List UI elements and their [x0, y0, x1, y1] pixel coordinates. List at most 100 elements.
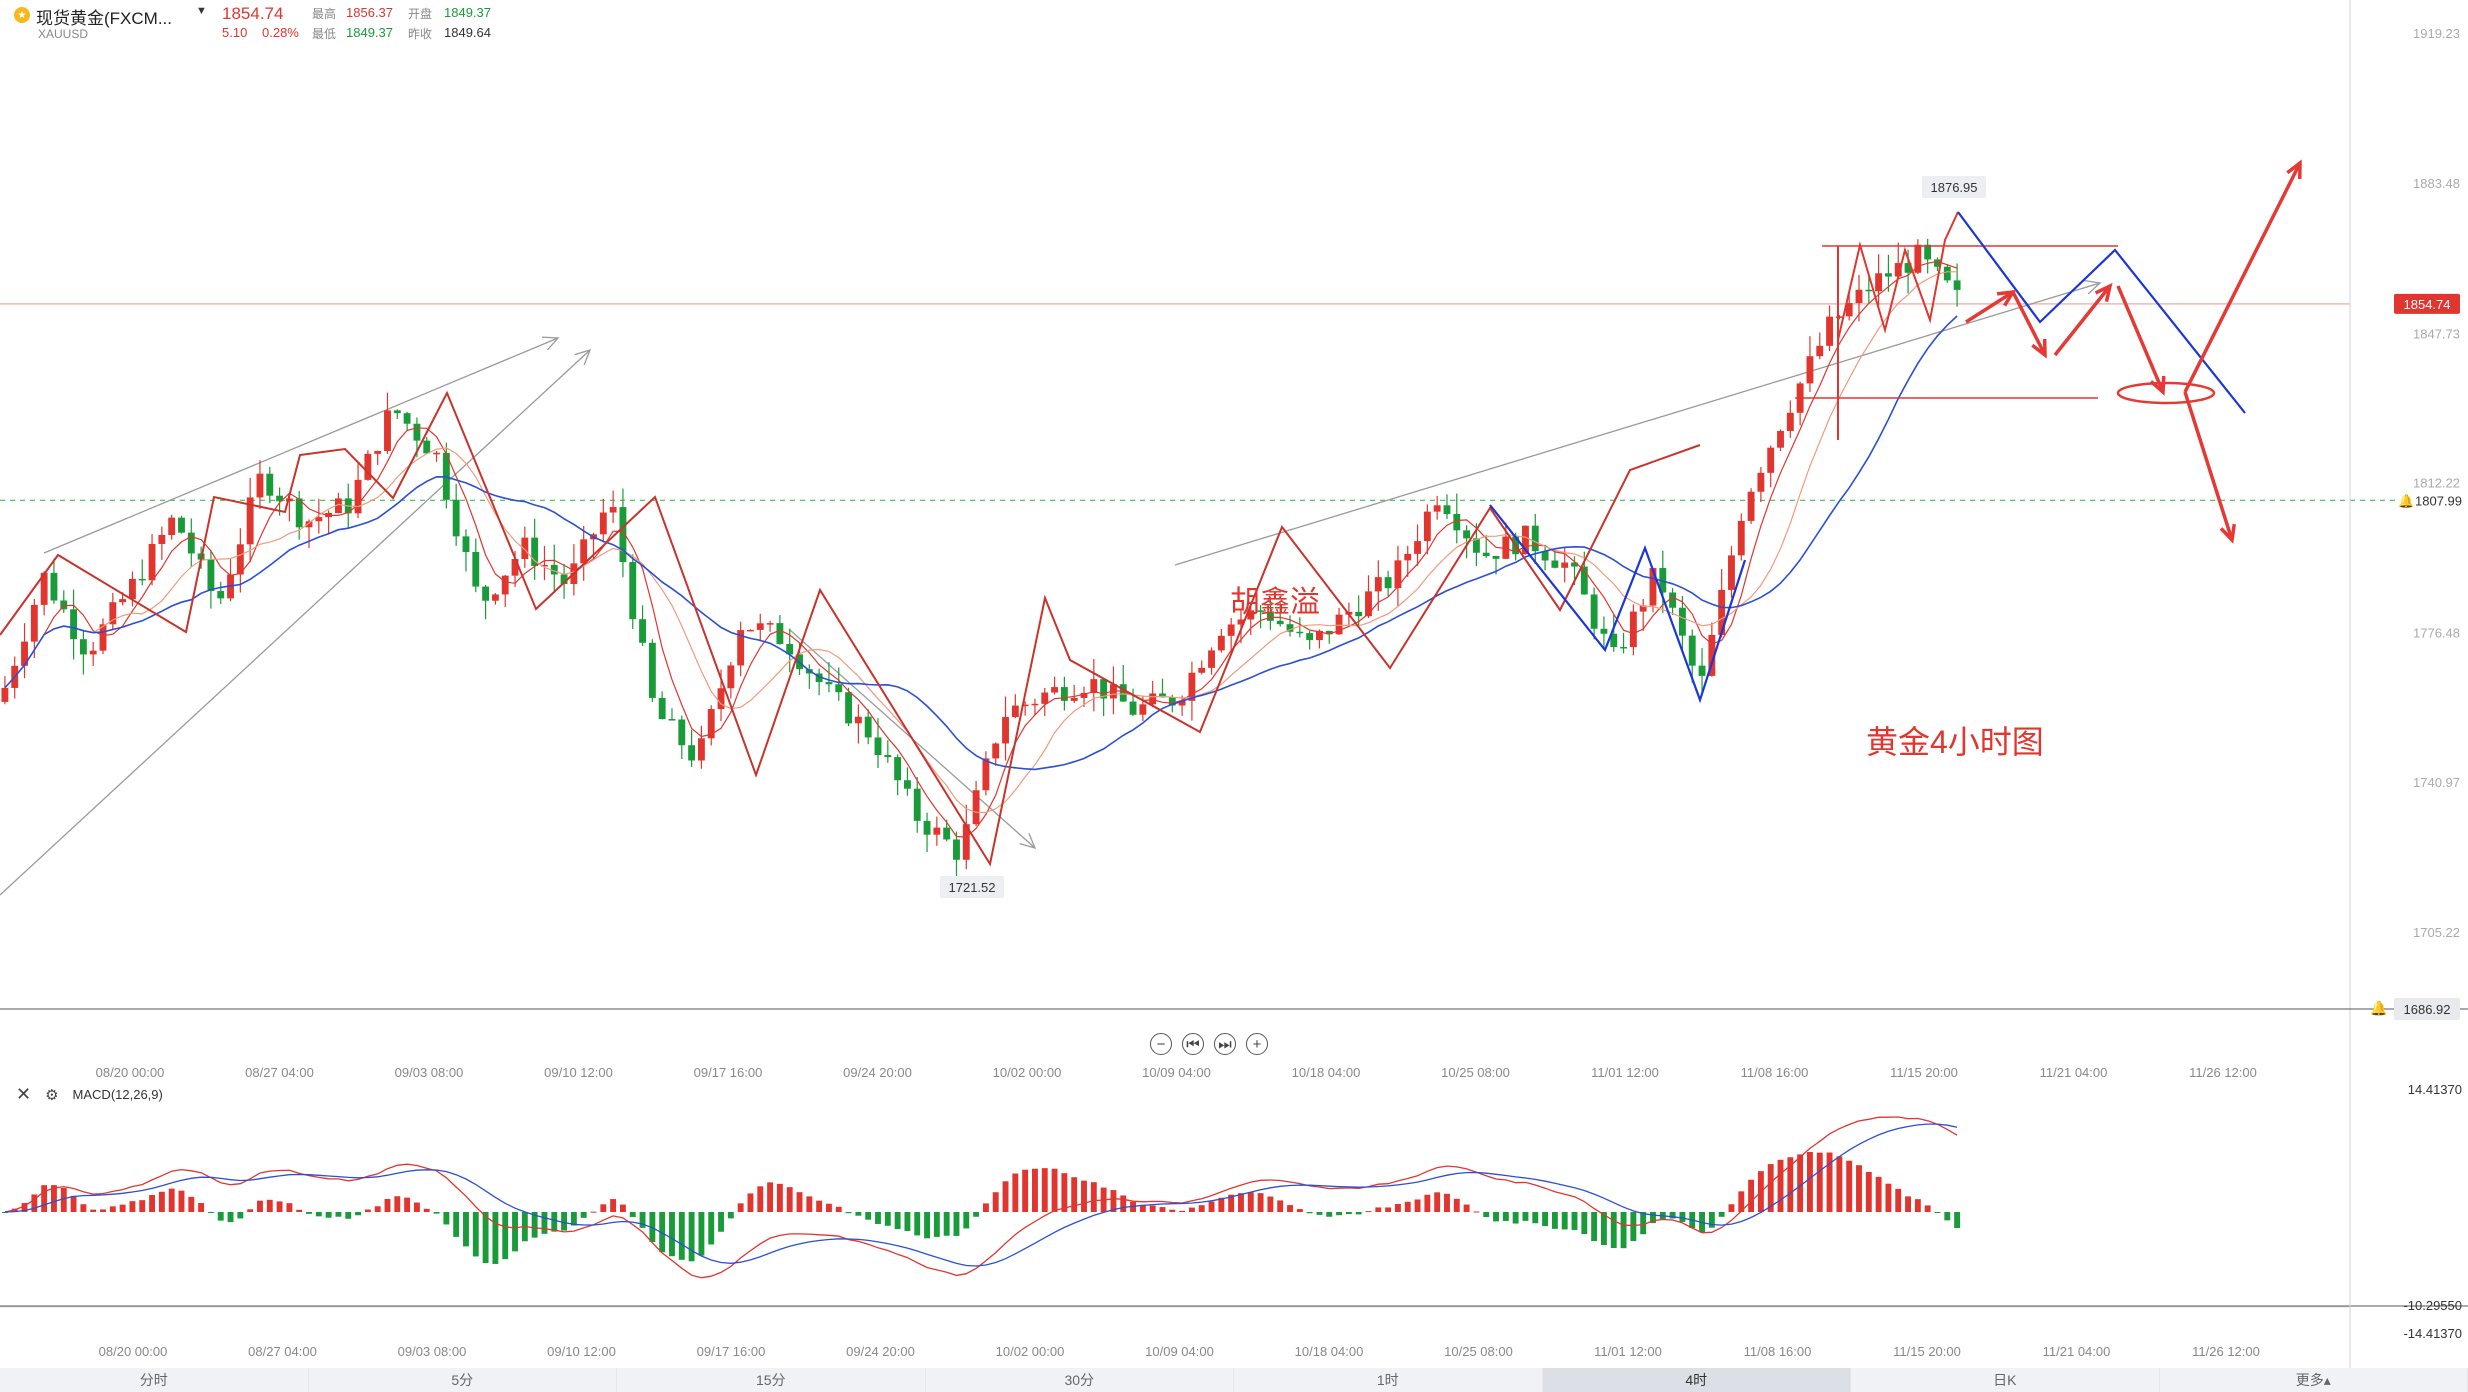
macd-bar — [992, 1192, 999, 1212]
x-tick-label: 10/18 04:00 — [1292, 1065, 1361, 1080]
candle-body — [413, 423, 421, 441]
candle-body — [874, 737, 882, 756]
macd-x-tick-label: 10/18 04:00 — [1295, 1344, 1364, 1359]
candle-body — [1276, 620, 1284, 625]
candle-body — [580, 539, 588, 564]
candle-body — [1374, 577, 1382, 592]
tab-30min[interactable]: 30分 — [926, 1368, 1234, 1392]
macd-bar — [453, 1212, 460, 1237]
macd-bar — [1287, 1205, 1293, 1212]
candle-body — [658, 697, 666, 720]
macd-bar — [1081, 1180, 1087, 1212]
macd-bar — [816, 1200, 823, 1212]
macd-bar — [1238, 1193, 1244, 1212]
macd-bar — [1365, 1211, 1372, 1213]
dropdown-caret-icon[interactable]: ▼ — [196, 5, 207, 17]
candle-body — [1149, 693, 1157, 705]
candle-body — [374, 450, 382, 454]
candle-body — [825, 682, 833, 685]
price-change-pct: 0.28% — [262, 25, 299, 40]
candle-body — [953, 839, 960, 860]
tab-1hour[interactable]: 1时 — [1234, 1368, 1543, 1392]
macd-bar — [1493, 1212, 1499, 1222]
macd-bar — [158, 1191, 165, 1212]
tab-5min[interactable]: 5分 — [309, 1368, 617, 1392]
candlestick-chart[interactable]: 14.41370 -10.29550 -14.41370 1919.23 1883.4… — [0, 0, 2468, 1368]
candle-body — [1561, 562, 1569, 568]
macd-bar — [1944, 1212, 1951, 1221]
candle-body — [1011, 705, 1019, 718]
zoom-controls: − ⏮ ⏭ + — [1150, 1033, 1268, 1055]
macd-bar — [512, 1212, 518, 1252]
candle-body — [1139, 704, 1147, 715]
candle-body — [697, 738, 705, 761]
candle-body — [423, 440, 431, 454]
candle-body — [717, 688, 725, 710]
macd-bar — [982, 1203, 989, 1212]
candle-body — [158, 534, 166, 544]
macd-bar — [708, 1212, 715, 1245]
macd-bar — [70, 1195, 77, 1212]
y-tick-label: 1883.48 — [2413, 176, 2460, 191]
tab-more[interactable]: 更多▴ — [2160, 1368, 2468, 1392]
macd-bar — [1463, 1204, 1470, 1212]
zoom-out-button[interactable]: − — [1150, 1033, 1172, 1055]
y-tick-label: 1919.23 — [2413, 26, 2460, 41]
macd-x-tick-label: 10/02 00:00 — [996, 1344, 1065, 1359]
candle-body — [187, 532, 195, 554]
tab-timeshare[interactable]: 分时 — [0, 1368, 309, 1392]
settings-icon[interactable]: ⚙ — [45, 1086, 58, 1104]
candle-body — [756, 623, 764, 630]
close-indicator-icon[interactable]: ✕ — [16, 1084, 31, 1105]
macd-x-tick-label: 09/17 16:00 — [697, 1344, 766, 1359]
macd-bar — [237, 1212, 244, 1219]
zoom-in-button[interactable]: + — [1246, 1033, 1268, 1055]
macd-bar — [247, 1209, 254, 1212]
candle-body — [1433, 505, 1441, 512]
peak-tag: 1876.95 — [1931, 180, 1978, 195]
macd-bar — [1022, 1169, 1029, 1212]
macd-bar — [276, 1201, 283, 1212]
scroll-end-button[interactable]: ⏭ — [1214, 1033, 1236, 1055]
macd-x-tick-label: 10/25 08:00 — [1444, 1344, 1513, 1359]
candle-body — [50, 572, 58, 601]
macd-bar — [345, 1212, 352, 1219]
macd-bar — [129, 1201, 136, 1212]
candle-body — [1777, 430, 1784, 448]
x-tick-label: 08/20 00:00 — [96, 1065, 165, 1080]
macd-bar — [1434, 1192, 1441, 1212]
macd-bar — [894, 1212, 901, 1230]
tab-4hour[interactable]: 4时 — [1542, 1368, 1851, 1392]
candle-body — [688, 745, 696, 761]
macd-bar — [541, 1212, 548, 1234]
macd-x-tick-label: 09/10 12:00 — [547, 1344, 616, 1359]
candle-body — [384, 410, 391, 451]
tab-daily[interactable]: 日K — [1851, 1368, 2160, 1392]
instrument-name[interactable]: 现货黄金(FXCM... — [36, 4, 172, 29]
candle-body — [894, 757, 902, 781]
macd-bar — [1267, 1196, 1274, 1212]
open-value: 1849.37 — [444, 5, 491, 20]
candle-body — [452, 499, 460, 537]
scroll-start-button[interactable]: ⏮ — [1182, 1033, 1204, 1055]
macd-bar — [1797, 1154, 1804, 1212]
macd-bar — [1453, 1198, 1460, 1212]
candle-body — [1629, 611, 1637, 648]
macd-bar — [551, 1212, 558, 1232]
candle-body — [599, 512, 607, 535]
macd-bar — [325, 1212, 332, 1218]
candle-body — [521, 537, 529, 560]
macd-top-value: 14.41370 — [2408, 1082, 2462, 1097]
macd-bar — [786, 1187, 793, 1212]
macd-bar — [149, 1195, 155, 1212]
macd-bar — [1345, 1212, 1352, 1215]
x-tick-label: 11/26 12:00 — [2189, 1065, 2257, 1080]
candle-body — [933, 827, 941, 835]
macd-bar — [1179, 1210, 1186, 1212]
macd-bar — [1444, 1193, 1450, 1212]
candle-body — [129, 578, 136, 600]
macd-bar — [1316, 1212, 1323, 1215]
macd-bar — [963, 1212, 970, 1229]
tab-15min[interactable]: 15分 — [617, 1368, 926, 1392]
macd-bar — [1846, 1160, 1853, 1212]
